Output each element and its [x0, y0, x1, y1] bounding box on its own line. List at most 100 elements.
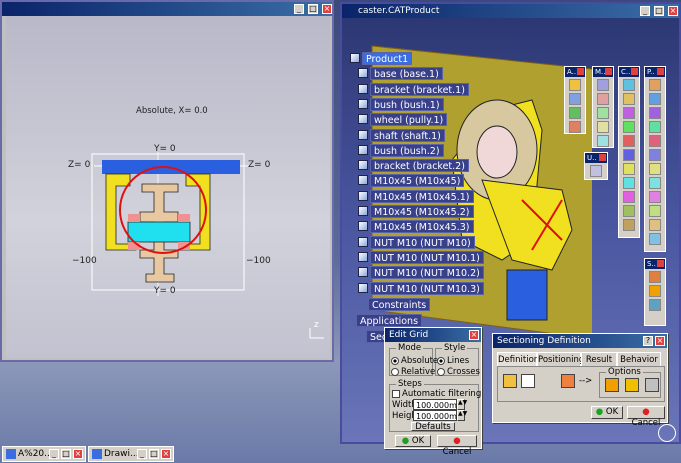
left-window-titlebar[interactable]	[2, 2, 332, 16]
tool-icon[interactable]	[590, 165, 602, 177]
minimize-button[interactable]: _	[640, 6, 650, 16]
tool-icon[interactable]	[649, 121, 661, 133]
tree-item[interactable]: NUT M10 (NUT M10.1)	[370, 250, 484, 264]
tool-icon[interactable]	[649, 163, 661, 175]
tree-item[interactable]: shaft (shaft.1)	[370, 128, 445, 142]
tool-icon[interactable]	[649, 233, 661, 245]
tree-item-constraints[interactable]: Constraints	[368, 298, 431, 311]
tree-node-icon[interactable]	[358, 221, 368, 232]
tree-item[interactable]: wheel (pully.1)	[370, 113, 448, 127]
tool-icon[interactable]	[623, 121, 635, 133]
close-button[interactable]: ×	[668, 6, 678, 16]
grid-icon[interactable]	[521, 374, 535, 388]
tree-node-icon[interactable]	[350, 53, 360, 63]
tab-definition[interactable]: Definition	[497, 352, 539, 366]
compass-icon[interactable]	[658, 424, 676, 442]
maximize-button[interactable]: □	[61, 449, 71, 459]
ok-button[interactable]: ● OK	[591, 406, 623, 419]
minimize-button[interactable]: _	[49, 449, 59, 459]
plane-icon[interactable]	[561, 374, 575, 388]
maximize-button[interactable]: □	[308, 4, 318, 14]
tool-icon[interactable]	[623, 107, 635, 119]
tree-node-icon[interactable]	[358, 190, 368, 201]
tree-item[interactable]: NUT M10 (NUT M10.3)	[370, 281, 484, 295]
height-input[interactable]: 100.000mm	[413, 410, 465, 421]
option-clip-icon[interactable]	[625, 378, 639, 392]
tree-node-icon[interactable]	[358, 68, 368, 79]
tool-icon[interactable]	[623, 163, 635, 175]
tree-node-icon[interactable]	[358, 160, 368, 171]
tool-icon[interactable]	[649, 107, 661, 119]
tool-icon[interactable]	[649, 79, 661, 91]
tool-icon[interactable]	[569, 79, 581, 91]
tree-item[interactable]: bracket (bracket.2)	[370, 159, 469, 173]
tree-node-icon[interactable]	[358, 129, 368, 140]
tool-icon[interactable]	[569, 93, 581, 105]
tool-icon[interactable]	[623, 219, 635, 231]
tab-behavior[interactable]: Behavior	[617, 352, 661, 366]
option-grid-icon[interactable]	[645, 378, 659, 392]
ok-button[interactable]: ● OK	[395, 435, 431, 447]
width-input[interactable]: 100.000mm	[413, 399, 465, 410]
tree-node-icon[interactable]	[358, 98, 368, 109]
close-button[interactable]: ×	[73, 449, 83, 459]
tree-item[interactable]: NUT M10 (NUT M10)	[370, 235, 475, 249]
tree-item[interactable]: bracket (bracket.1)	[370, 82, 469, 96]
section-type-icon[interactable]	[503, 374, 517, 388]
tree-node-icon[interactable]	[358, 83, 368, 94]
tree-item-applications[interactable]: Applications	[356, 314, 423, 327]
tool-icon[interactable]	[649, 205, 661, 217]
width-spinner[interactable]: ▲▼	[457, 399, 467, 410]
tool-icon[interactable]	[649, 149, 661, 161]
tool-icon[interactable]	[597, 135, 609, 147]
taskbar-item-1[interactable]: A%20... _ □ ×	[2, 446, 86, 462]
section-canvas[interactable]: Absolute, X= 0.0 Y= 0 Z= 0 Z= 0 −100 −10…	[6, 16, 330, 358]
tree-item[interactable]: M10x45 (M10x45)	[370, 174, 465, 188]
maximize-button[interactable]: □	[654, 6, 664, 16]
product-window-titlebar[interactable]: caster.CATProduct	[342, 4, 679, 18]
tool-icon[interactable]	[623, 149, 635, 161]
tool-icon[interactable]	[623, 177, 635, 189]
option-fill-icon[interactable]	[605, 378, 619, 392]
maximize-button[interactable]: □	[149, 449, 159, 459]
tree-node-icon[interactable]	[358, 267, 368, 278]
tab-positioning[interactable]: Positioning	[537, 352, 584, 366]
tool-icon[interactable]	[649, 177, 661, 189]
edit-grid-titlebar[interactable]: Edit Grid ×	[385, 328, 481, 342]
tab-result[interactable]: Result	[581, 352, 617, 366]
tool-icon[interactable]	[597, 79, 609, 91]
tree-item[interactable]: bush (bush.2)	[370, 143, 444, 157]
crosses-radio[interactable]: Crosses	[437, 367, 480, 377]
absolute-radio[interactable]: Absolute	[391, 356, 438, 366]
tree-node-icon[interactable]	[358, 144, 368, 155]
tool-icon[interactable]	[649, 93, 661, 105]
tree-item[interactable]: M10x45 (M10x45.2)	[370, 205, 474, 218]
tree-item[interactable]: Product1	[362, 52, 413, 65]
cancel-button[interactable]: ● Cancel	[627, 406, 665, 428]
tree-item[interactable]: M10x45 (M10x45.1)	[370, 189, 474, 203]
tool-icon[interactable]	[597, 121, 609, 133]
sectioning-titlebar[interactable]: Sectioning Definition? ×	[493, 334, 667, 348]
tree-item[interactable]: bush (bush.1)	[370, 97, 444, 111]
minimize-button[interactable]: _	[294, 4, 304, 14]
tree-item[interactable]: M10x45 (M10x45.3)	[370, 220, 474, 234]
tool-icon[interactable]	[649, 285, 661, 297]
tree-node-icon[interactable]	[358, 282, 368, 293]
tool-icon[interactable]	[623, 93, 635, 105]
tree-node-icon[interactable]	[358, 114, 368, 125]
relative-radio[interactable]: Relative	[391, 367, 435, 377]
tool-icon[interactable]	[623, 205, 635, 217]
defaults-button[interactable]: Defaults	[411, 422, 455, 431]
tool-icon[interactable]	[649, 191, 661, 203]
tool-icon[interactable]	[649, 219, 661, 231]
tool-icon[interactable]	[623, 191, 635, 203]
tool-icon[interactable]	[623, 79, 635, 91]
tree-node-icon[interactable]	[358, 251, 368, 262]
tree-node-icon[interactable]	[358, 236, 368, 247]
tree-node-icon[interactable]	[358, 206, 368, 216]
tool-icon[interactable]	[623, 135, 635, 147]
tool-icon[interactable]	[649, 299, 661, 311]
auto-filter-checkbox[interactable]: Automatic filtering	[392, 389, 481, 399]
tool-icon[interactable]	[569, 107, 581, 119]
tree-node-icon[interactable]	[358, 175, 368, 186]
